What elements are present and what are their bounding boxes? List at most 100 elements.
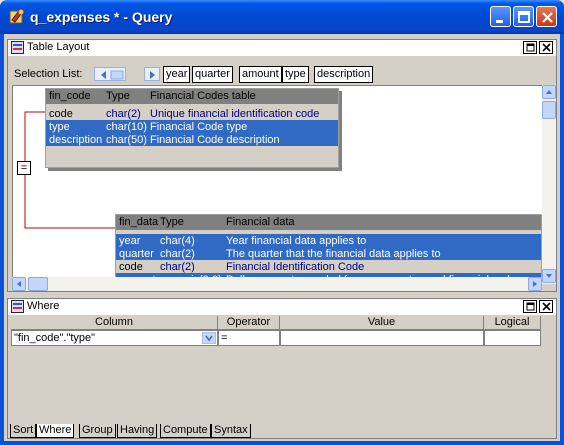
close-icon [542, 43, 551, 52]
selection-scroll-left[interactable] [94, 67, 126, 81]
column-header: Column [11, 316, 218, 330]
maximize-icon [526, 43, 535, 52]
table-layout-canvas[interactable]: = fin_code Type Financial Codes table co… [12, 85, 547, 283]
column-type: char(2) [106, 108, 141, 120]
table-fin-data[interactable]: fin_data Type Financial data year char(4… [115, 214, 542, 282]
operator-header: Operator [218, 316, 280, 330]
tab-syntax[interactable]: Syntax [211, 424, 251, 438]
selection-list: Selection List: year quarter amount type… [14, 66, 554, 84]
pane-close-button[interactable] [539, 300, 553, 313]
scroll-down-button[interactable] [542, 269, 556, 283]
arrow-up-icon [546, 90, 552, 94]
logical-field[interactable] [484, 330, 541, 346]
close-button[interactable] [536, 6, 557, 27]
table-column-row[interactable]: code char(2) Unique financial identifica… [46, 107, 338, 120]
column-description: Financial Identification Code [226, 261, 365, 273]
table-header: fin_data Type Financial data [116, 215, 541, 230]
table-column-row[interactable]: type char(10) Financial Code type [46, 120, 338, 133]
scroll-up-button[interactable] [542, 85, 556, 99]
minimize-icon [496, 20, 503, 23]
table-fin-code[interactable]: fin_code Type Financial Codes table code… [45, 88, 339, 168]
column-name: description [49, 134, 103, 146]
where-grid-header: Column Operator Value Logical [11, 316, 545, 330]
table-name: fin_code [49, 90, 91, 102]
join-operator-button[interactable]: = [17, 161, 31, 175]
selection-item[interactable]: amount [239, 66, 282, 83]
table-layout-titlebar[interactable]: Table Layout [8, 40, 556, 56]
tab-compute[interactable]: Compute [160, 424, 211, 438]
column-type: char(10) [106, 121, 147, 133]
dropdown-arrow-icon[interactable] [202, 332, 216, 344]
column-description: The quarter that the financial data appl… [226, 248, 441, 260]
tab-sort[interactable]: Sort [10, 424, 37, 438]
vertical-scrollbar[interactable] [542, 85, 556, 284]
type-header: Type [106, 90, 130, 102]
selection-scroll-right[interactable] [144, 67, 160, 81]
table-column-row[interactable]: quarter char(2) The quarter that the fin… [116, 247, 541, 260]
column-description: Year financial data applies to [226, 235, 367, 247]
scroll-right-button[interactable] [528, 277, 542, 291]
query-painter-icon [9, 9, 24, 24]
column-type: char(2) [160, 248, 195, 260]
selection-item[interactable]: year [163, 66, 191, 83]
value-field[interactable] [280, 330, 484, 346]
column-select[interactable]: "fin_code"."type" [11, 330, 218, 346]
app-window: q_expenses * - Query Table Layout Select… [0, 0, 564, 445]
arrow-right-icon [533, 281, 537, 287]
column-type: char(4) [160, 235, 195, 247]
table-header: fin_code Type Financial Codes table [46, 89, 338, 104]
where-titlebar[interactable]: Where [8, 299, 556, 315]
tab-where[interactable]: Where [36, 424, 75, 438]
arrow-left-icon [17, 281, 21, 287]
scroll-thumb[interactable] [28, 277, 48, 291]
pane-maximize-button[interactable] [523, 41, 537, 54]
tab-strip: Sort Where Group Having Compute Syntax [10, 424, 310, 438]
column-name: quarter [119, 248, 154, 260]
close-icon [542, 12, 553, 23]
scroll-left-button[interactable] [12, 277, 26, 291]
column-name: year [119, 235, 141, 247]
where-icon [11, 300, 24, 313]
horizontal-scrollbar[interactable] [12, 277, 542, 291]
table-name: fin_data [119, 216, 159, 228]
title-bar[interactable]: q_expenses * - Query [0, 0, 564, 34]
column-description: Financial Code description [150, 134, 280, 146]
tab-having[interactable]: Having [117, 424, 158, 438]
table-comment: Financial Codes table [150, 90, 256, 102]
type-header: Type [160, 216, 184, 228]
where-title: Where [27, 300, 60, 312]
pane-close-button[interactable] [539, 41, 553, 54]
arrow-left-icon [101, 70, 124, 80]
scroll-thumb[interactable] [542, 101, 556, 119]
maximize-icon [518, 11, 530, 23]
table-column-row[interactable]: year char(4) Year financial data applies… [116, 234, 541, 247]
where-grid-empty-area [11, 347, 541, 419]
maximize-button[interactable] [513, 6, 534, 27]
selection-item[interactable]: description [314, 66, 374, 83]
operator-field[interactable]: = [218, 330, 280, 346]
table-layout-title: Table Layout [27, 41, 90, 53]
where-pane: Where Column Operator Value Logical "fin… [7, 298, 557, 439]
table-column-row[interactable]: code char(2) Financial Identification Co… [116, 260, 541, 273]
column-name: code [49, 108, 73, 120]
table-layout-pane: Table Layout Selection List: year quarte… [7, 39, 557, 292]
logical-header: Logical [484, 316, 541, 330]
client-area: Table Layout Selection List: year quarte… [4, 34, 560, 441]
selection-item[interactable]: type [282, 66, 309, 83]
selection-item[interactable]: quarter [192, 66, 233, 83]
table-comment: Financial data [226, 216, 295, 228]
arrow-down-icon [546, 274, 552, 278]
minimize-button[interactable] [490, 6, 511, 27]
pane-maximize-button[interactable] [523, 300, 537, 313]
close-icon [542, 302, 551, 311]
column-name: code [119, 261, 143, 273]
tab-group[interactable]: Group [79, 424, 116, 438]
column-description: Financial Code type [150, 121, 248, 133]
window-title: q_expenses * - Query [30, 9, 173, 25]
selection-list-label: Selection List: [14, 68, 83, 80]
value-header: Value [280, 316, 484, 330]
maximize-icon [526, 302, 535, 311]
column-type: char(2) [160, 261, 195, 273]
table-column-row[interactable]: description char(50) Financial Code desc… [46, 133, 338, 146]
column-name: type [49, 121, 70, 133]
